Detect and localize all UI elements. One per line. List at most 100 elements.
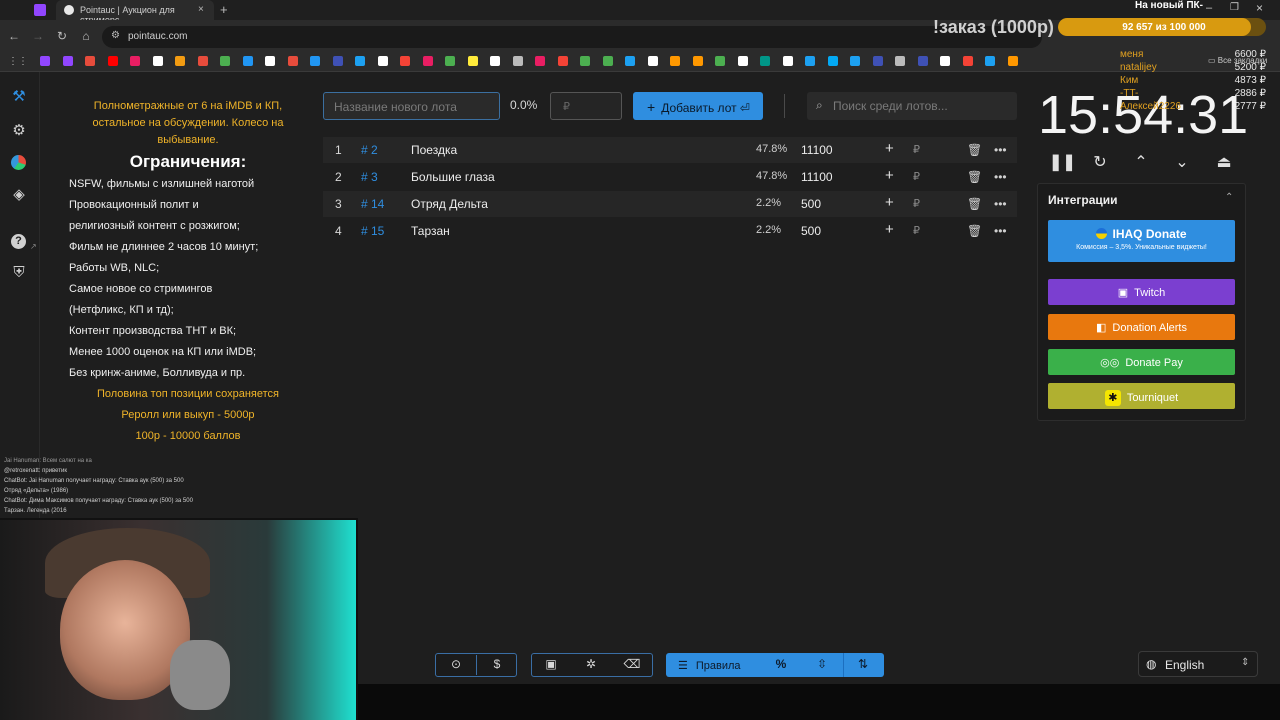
add-lot-button[interactable]: + Добавить лот ⏎ [633,92,763,120]
bookmark-favicon[interactable] [422,56,433,66]
bookmark-favicon[interactable] [265,56,275,66]
bookmark-favicon[interactable] [715,56,725,66]
bookmark-favicon[interactable] [962,56,973,66]
bookmark-favicon[interactable] [805,56,815,66]
layers-icon[interactable]: ◈ [10,186,28,204]
more-options-icon[interactable]: ••• [994,143,1007,157]
split-icon[interactable]: ⇳ [810,657,834,673]
add-amount-button[interactable]: + [885,194,894,211]
lot-search-input[interactable]: ⌕ Поиск среди лотов... [807,92,1017,120]
more-options-icon[interactable]: ••• [994,197,1007,211]
lot-amount[interactable]: 500 [801,224,821,238]
bookmark-favicon[interactable] [917,56,928,66]
trash-icon[interactable]: 🗑︎ [967,170,982,184]
twitch-tab-icon[interactable] [34,4,46,16]
bookmark-favicon[interactable] [895,56,905,66]
gear-icon[interactable]: ⚙ [10,122,28,140]
bookmark-favicon[interactable] [107,56,118,66]
forward-icon[interactable]: → [30,28,46,44]
donate-pay-button[interactable]: ◎◎ Donate Pay [1048,349,1235,375]
maximize-icon[interactable]: ❐ [1230,2,1239,13]
dollar-icon[interactable]: $ [485,657,509,673]
percent-icon[interactable]: % [769,657,793,673]
bookmark-favicon[interactable] [220,56,230,66]
lot-amount[interactable]: 11100 [801,143,833,157]
twitch-button[interactable]: ▣ Twitch [1048,279,1235,305]
bookmark-favicon[interactable] [850,56,860,66]
site-info-icon[interactable]: ⚙ [111,30,120,41]
bookmark-favicon[interactable] [940,56,950,66]
bookmark-favicon[interactable] [332,56,343,66]
bookmark-favicon[interactable] [872,56,883,66]
language-select[interactable]: ◍ English [1138,651,1258,677]
bookmark-favicon[interactable] [175,56,185,66]
bookmark-favicon[interactable] [625,56,635,66]
bookmark-favicon[interactable] [760,56,770,66]
apps-icon[interactable]: ⋮⋮ [8,56,28,67]
back-icon[interactable]: ← [6,28,22,44]
bookmark-favicon[interactable] [445,56,455,66]
eject-icon[interactable]: ⏏ [1214,152,1234,172]
lot-amount[interactable]: 500 [801,197,821,211]
help-icon[interactable]: ? [10,233,28,251]
more-options-icon[interactable]: ••• [994,224,1007,238]
save-icon[interactable]: ▣ [539,657,563,673]
new-lot-amount-input[interactable]: ₽ [550,92,622,120]
sort-icon[interactable]: ⇅ [851,657,875,673]
auction-icon[interactable]: ⚒ [10,88,28,106]
add-amount-button[interactable]: + [885,140,894,157]
shield-icon[interactable]: ⛨ [10,264,28,282]
url-field[interactable]: ⚙ pointauc.com [102,26,1042,48]
close-icon[interactable]: × [198,4,204,15]
bookmark-favicon[interactable] [985,56,995,66]
more-options-icon[interactable]: ••• [994,170,1007,184]
bookmark-favicon[interactable] [512,56,523,66]
bookmark-favicon[interactable] [85,56,95,66]
bookmark-favicon[interactable] [557,56,568,66]
bookmark-favicon[interactable] [467,56,478,66]
tourniquet-button[interactable]: ✱ Tourniquet [1048,383,1235,409]
ihaq-donate-button[interactable]: IHAQ Donate Комиссия – 3,5%. Уникальные … [1048,220,1235,262]
browser-tab-active[interactable]: Pointauc | Аукцион для стримерс × [56,0,214,25]
home-icon[interactable]: ⌂ [78,28,94,44]
bookmark-favicon[interactable] [737,56,748,66]
lot-name[interactable]: Тарзан [411,224,450,238]
donation-alerts-button[interactable]: ◧ Donation Alerts [1048,314,1235,340]
pause-icon[interactable]: ❚❚ [1049,152,1076,172]
bookmark-favicon[interactable] [40,56,50,66]
minimize-icon[interactable]: – [1206,2,1212,14]
bookmark-favicon[interactable] [355,56,365,66]
bookmark-favicon[interactable] [692,56,703,66]
bug-icon[interactable]: ✲ [579,657,603,673]
bookmark-favicon[interactable] [197,56,208,66]
bookmark-favicon[interactable] [827,56,838,66]
window-close-icon[interactable]: × [1256,1,1263,15]
bookmark-favicon[interactable] [580,56,590,66]
bookmark-favicon[interactable] [670,56,680,66]
add-amount-button[interactable]: + [885,167,894,184]
chevron-up-icon[interactable]: ⌃ [1131,152,1151,172]
bookmark-favicon[interactable] [647,56,658,66]
bookmark-favicon[interactable] [602,56,613,66]
bookmark-favicon[interactable] [310,56,320,66]
new-lot-input[interactable]: Название нового лота [323,92,500,120]
lot-name[interactable]: Поездка [411,143,457,157]
bookmark-favicon[interactable] [1007,56,1018,66]
chevron-down-icon[interactable]: ⌄ [1172,152,1192,172]
bookmark-favicon[interactable] [242,56,253,66]
trash-icon[interactable]: 🗑︎ [967,143,982,157]
lot-name[interactable]: Большие глаза [411,170,495,184]
trash-icon[interactable]: 🗑︎ [967,197,982,211]
bookmark-favicon[interactable] [400,56,410,66]
bookmark-favicon[interactable] [535,56,545,66]
trash-icon[interactable]: 🗑︎ [967,224,982,238]
reload-icon[interactable]: ↻ [54,28,70,44]
bookmark-favicon[interactable] [377,56,388,66]
bookmark-favicon[interactable] [490,56,500,66]
rules-button[interactable]: ☰ Правила [678,659,741,672]
bookmark-favicon[interactable] [287,56,298,66]
pie-chart-icon[interactable] [10,154,28,172]
lot-amount[interactable]: 11100 [801,170,833,184]
bookmark-favicon[interactable] [130,56,140,66]
clear-icon[interactable]: ⌫ [620,657,644,673]
